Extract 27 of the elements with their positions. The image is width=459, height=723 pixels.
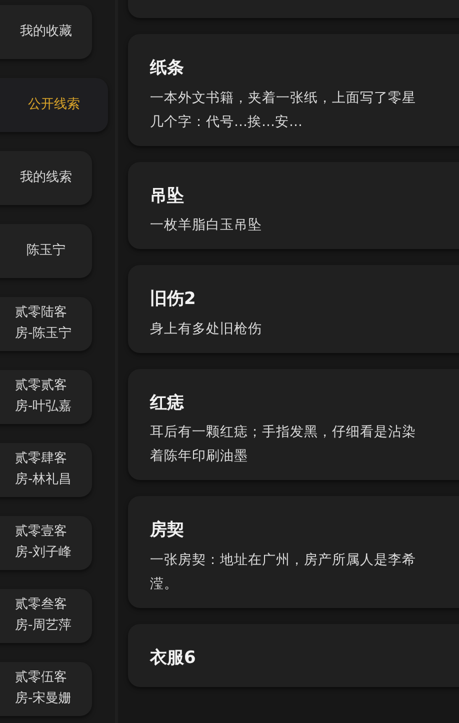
sidebar-item[interactable]: 贰零伍客房-宋曼姗 xyxy=(0,662,92,716)
sidebar-item[interactable]: 我的线索 xyxy=(0,151,92,205)
clue-card[interactable]: 旧伤2 身上有多处旧枪伤 xyxy=(128,265,459,352)
clue-card[interactable]: 房契 一张房契：地址在广州，房产所属人是李希滢。 xyxy=(128,496,459,608)
clue-title: 吊坠 xyxy=(150,184,185,208)
clue-description: 一枚羊脂白玉吊坠 xyxy=(150,216,263,235)
clue-description: 身上有多处旧枪伤 xyxy=(150,320,263,338)
sidebar-item[interactable]: 陈玉宁 xyxy=(0,224,92,278)
clue-description: 一张房契：地址在广州，房产所属人是李希滢。 xyxy=(150,550,417,594)
sidebar-item[interactable]: 贰零壹客房-刘子峰 xyxy=(0,516,92,570)
sidebar-item[interactable]: 我的收藏 xyxy=(0,5,92,59)
clue-title: 房契 xyxy=(150,519,185,542)
clue-description: 耳后有一颗红痣；手指发黑，仔细看是沾染着陈年印刷油墨 xyxy=(150,423,417,466)
clue-title: 旧伤2 xyxy=(150,288,197,311)
sidebar-item[interactable]: 贰零叁客房-周艺萍 xyxy=(0,589,92,643)
sidebar-item[interactable]: 公开线索 xyxy=(0,78,108,132)
clue-title: 纸条 xyxy=(150,57,185,80)
clue-description: 一本外文书籍，夹着一张纸，上面写了零星几个字：代号…挨…安… xyxy=(150,88,417,132)
sidebar-item[interactable]: 贰零陆客房-陈玉宁 xyxy=(0,297,92,351)
clue-card[interactable]: 吊坠 一枚羊脂白玉吊坠 xyxy=(128,162,459,249)
clue-card[interactable]: 纸条 一本外文书籍，夹着一张纸，上面写了零星几个字：代号…挨…安… xyxy=(128,34,459,146)
sidebar-item[interactable]: 贰零贰客房-叶弘嘉 xyxy=(0,370,92,424)
clue-title: 衣服6 xyxy=(150,646,197,670)
clue-card[interactable]: 红痣 耳后有一颗红痣；手指发黑，仔细看是沾染着陈年印刷油墨 xyxy=(128,368,459,480)
sidebar-item[interactable]: 贰零肆客房-林礼昌 xyxy=(0,443,92,497)
clue-card[interactable]: 衣服6 xyxy=(128,624,459,687)
clue-title: 红痣 xyxy=(150,392,185,414)
